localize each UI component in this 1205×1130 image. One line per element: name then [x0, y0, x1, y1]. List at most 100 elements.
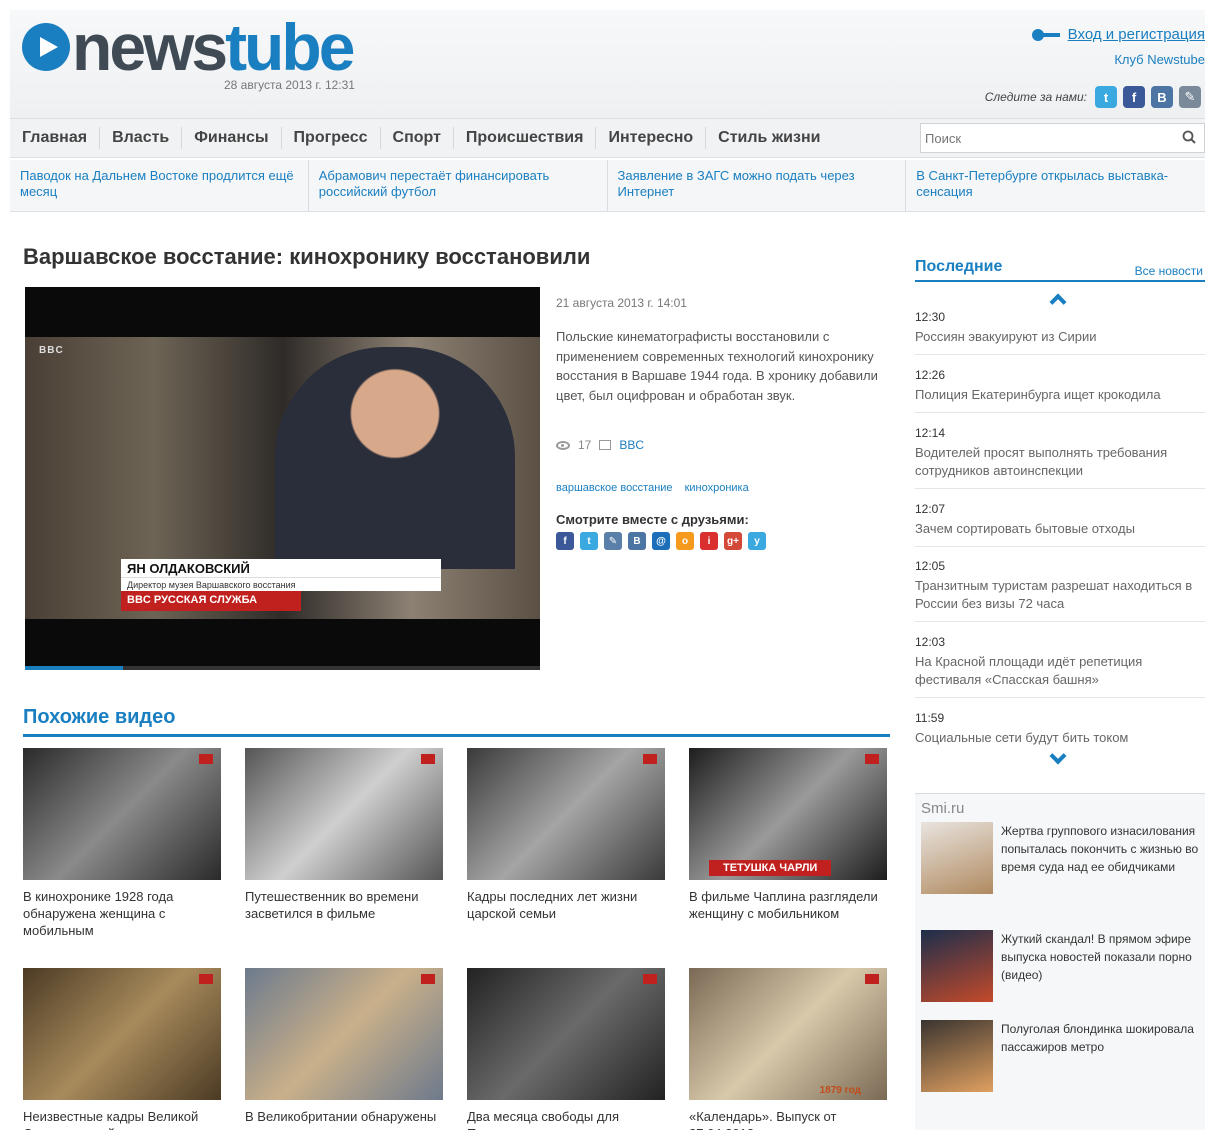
search-input[interactable] — [921, 124, 1171, 152]
latest-news-item[interactable]: 12:05 Транзитным туристам разрешат находи… — [915, 559, 1205, 622]
yaru-icon[interactable]: y — [748, 532, 766, 550]
twitter-icon[interactable]: t — [1095, 86, 1117, 108]
nav-item[interactable]: Финансы — [182, 127, 282, 149]
nav-item[interactable]: Спорт — [381, 127, 454, 149]
video-thumbnail-image[interactable]: ТЕТУШКА ЧАРЛИ — [689, 748, 887, 880]
news-headline-link[interactable]: Россиян эвакуируют из Сирии — [915, 328, 1205, 346]
news-time: 12:05 — [915, 559, 946, 573]
smi-thumbnail[interactable] — [921, 930, 993, 1002]
headline-link[interactable]: Абрамович перестаёт финансировать россий… — [309, 160, 608, 211]
latest-news-item[interactable]: 11:59 Социальные сети будут бить током — [915, 711, 1205, 755]
club-link[interactable]: Клуб Newstube — [1114, 52, 1205, 67]
video-caption-link[interactable]: Два месяца свободы для Польши — [467, 1108, 665, 1130]
headline-link[interactable]: В Санкт-Петербурге открылась выставка-се… — [906, 160, 1205, 211]
share-buttons: f t ✎ B @ o i g+ y — [556, 532, 766, 550]
video-thumbnail-image[interactable] — [245, 748, 443, 880]
source-icon — [599, 440, 612, 450]
headline-link[interactable]: Заявление в ЗАГС можно подать через Инте… — [608, 160, 907, 211]
nav-item[interactable]: Интересно — [596, 127, 707, 149]
video-thumbnail-card[interactable]: Кадры последних лет жизни царской семьи — [467, 748, 665, 922]
video-thumbnail-card[interactable]: 1879 год «Календарь». Выпуск от 27.04.201… — [689, 968, 887, 1130]
bbc-watermark: BBC — [39, 345, 64, 356]
facebook-icon[interactable]: f — [1123, 86, 1145, 108]
twitter-icon[interactable]: t — [580, 532, 598, 550]
latest-news-item[interactable]: 12:14 Водителей просят выполнять требован… — [915, 426, 1205, 489]
channel-badge-icon — [421, 754, 435, 764]
smi-news-item[interactable]: Жуткий скандал! В прямом эфире выпуска н… — [921, 930, 1205, 1002]
tag-link[interactable]: варшавское восстание — [556, 482, 673, 494]
news-headline-link[interactable]: Водителей просят выполнять требования со… — [915, 444, 1205, 480]
smi-headline-link[interactable]: Жертва группового изнасилования попытала… — [1001, 822, 1205, 894]
video-thumbnail-card[interactable]: Два месяца свободы для Польши — [467, 968, 665, 1130]
news-headline-link[interactable]: Зачем сортировать бытовые отходы — [915, 520, 1205, 538]
smi-headline-link[interactable]: Полуголая блондинка шокировала пассажиро… — [1001, 1020, 1205, 1092]
channel-badge-icon — [421, 974, 435, 984]
video-thumbnail-card[interactable]: В кинохронике 1928 года обнаружена женщи… — [23, 748, 221, 939]
all-news-link[interactable]: Все новости — [1135, 264, 1203, 278]
latest-news-item[interactable]: 12:30 Россиян эвакуируют из Сирии — [915, 310, 1205, 355]
video-thumbnail-card[interactable]: В Великобритании обнаружены кадры — [245, 968, 443, 1130]
smi-thumbnail[interactable] — [921, 822, 993, 894]
video-caption-link[interactable]: В фильме Чаплина разглядели женщину с мо… — [689, 888, 887, 922]
video-person — [275, 347, 515, 569]
video-player[interactable]: BBC ЯН ОЛДАКОВСКИЙ Директор музея Варшав… — [25, 287, 540, 670]
video-progress-bar[interactable] — [25, 666, 540, 670]
facebook-icon[interactable]: f — [556, 532, 574, 550]
watch-with-friends-label: Смотрите вместе с друзьями: — [556, 512, 749, 527]
video-thumbnail-image[interactable] — [467, 748, 665, 880]
video-caption-link[interactable]: В кинохронике 1928 года обнаружена женщи… — [23, 888, 221, 939]
video-caption-link[interactable]: Кадры последних лет жизни царской семьи — [467, 888, 665, 922]
googleplus-icon[interactable]: g+ — [724, 532, 742, 550]
latest-news-item[interactable]: 12:03 На Красной площади идёт репетиция ф… — [915, 635, 1205, 698]
video-thumbnail-image[interactable]: 1879 год — [689, 968, 887, 1100]
sidebar-divider — [915, 280, 1205, 282]
smi-news-item[interactable]: Полуголая блондинка шокировала пассажиро… — [921, 1020, 1205, 1092]
smi-headline-link[interactable]: Жуткий скандал! В прямом эфире выпуска н… — [1001, 930, 1205, 1002]
video-thumbnail-image[interactable] — [23, 968, 221, 1100]
video-thumbnail-image[interactable] — [467, 968, 665, 1100]
source-link[interactable]: BBC — [619, 438, 644, 452]
video-progress-fill — [25, 666, 123, 670]
mailru-icon[interactable]: @ — [652, 532, 670, 550]
nav-item[interactable]: Главная — [10, 127, 101, 149]
channel-badge-icon — [643, 754, 657, 764]
headline-link[interactable]: Паводок на Дальнем Востоке продлится ещё… — [10, 160, 309, 211]
login-link[interactable]: Вход и регистрация — [1068, 26, 1205, 43]
smi-thumbnail[interactable] — [921, 1020, 993, 1092]
smi-label[interactable]: Smi.ru — [921, 800, 964, 817]
smi-news-item[interactable]: Жертва группового изнасилования попытала… — [921, 822, 1205, 894]
search-icon[interactable] — [1182, 130, 1196, 144]
moimir-icon[interactable]: i — [700, 532, 718, 550]
nav-item[interactable]: Стиль жизни — [706, 127, 832, 149]
latest-news-item[interactable]: 12:07 Зачем сортировать бытовые отходы — [915, 502, 1205, 547]
video-caption-link[interactable]: Путешественник во времени засветился в ф… — [245, 888, 443, 922]
video-thumbnail-image[interactable] — [245, 968, 443, 1100]
vk-icon[interactable]: B — [1151, 86, 1173, 108]
video-thumbnail-image[interactable] — [23, 748, 221, 880]
chevron-up-icon[interactable] — [1049, 293, 1067, 311]
news-headline-link[interactable]: Транзитным туристам разрешат находиться … — [915, 577, 1205, 613]
vk-icon[interactable]: B — [628, 532, 646, 550]
rss-icon[interactable]: ✎ — [1179, 86, 1201, 108]
site-logo[interactable]: news tube — [22, 12, 355, 82]
tag-link[interactable]: кинохроника — [685, 482, 749, 494]
bbc-service-label: BBC РУССКАЯ СЛУЖБА — [121, 591, 301, 611]
thumbnail-year: 1879 год — [819, 1085, 861, 1096]
nav-item[interactable]: Прогресс — [282, 127, 381, 149]
video-thumbnail-card[interactable]: Неизвестные кадры Великой Отечественной — [23, 968, 221, 1130]
video-caption-link[interactable]: Неизвестные кадры Великой Отечественной — [23, 1108, 221, 1130]
latest-news-item[interactable]: 12:26 Полиция Екатеринбурга ищет крокодил… — [915, 368, 1205, 413]
follow-label: Следите за нами: — [984, 90, 1087, 104]
nav-item[interactable]: Власть — [100, 127, 183, 149]
video-thumbnail-card[interactable]: ТЕТУШКА ЧАРЛИ В фильме Чаплина разглядели… — [689, 748, 887, 922]
news-headline-link[interactable]: На Красной площади идёт репетиция фестив… — [915, 653, 1205, 689]
video-thumbnail-card[interactable]: Путешественник во времени засветился в ф… — [245, 748, 443, 922]
livejournal-icon[interactable]: ✎ — [604, 532, 622, 550]
video-caption-link[interactable]: «Календарь». Выпуск от 27.04.2012 — [689, 1108, 887, 1130]
video-caption-link[interactable]: В Великобритании обнаружены кадры — [245, 1108, 443, 1130]
news-headline-link[interactable]: Социальные сети будут бить током — [915, 729, 1205, 747]
odnoklassniki-icon[interactable]: o — [676, 532, 694, 550]
nav-item[interactable]: Происшествия — [454, 127, 597, 149]
news-headline-link[interactable]: Полиция Екатеринбурга ищет крокодила — [915, 386, 1205, 404]
channel-badge-icon — [199, 974, 213, 984]
